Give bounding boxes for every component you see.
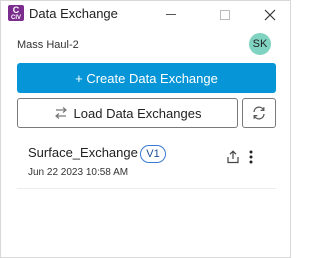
exchange-name: Surface_Exchange xyxy=(28,145,138,160)
minimize-icon xyxy=(166,14,176,15)
more-vertical-icon[interactable] xyxy=(248,149,254,165)
data-exchange-window: C CIV Data Exchange Mass Haul-2 SK + Cre… xyxy=(0,0,291,258)
exchange-list-item[interactable]: Surface_Exchange V1 Jun 22 2023 10:58 AM xyxy=(17,137,276,189)
minimize-button[interactable] xyxy=(151,1,191,28)
share-icon[interactable] xyxy=(226,150,240,164)
swap-arrows-icon xyxy=(54,107,67,119)
title-bar: C CIV Data Exchange xyxy=(1,1,290,28)
maximize-icon xyxy=(220,9,230,20)
app-icon: C CIV xyxy=(8,5,24,21)
refresh-button[interactable] xyxy=(242,98,276,128)
project-name: Mass Haul-2 xyxy=(17,39,79,51)
exchange-date: Jun 22 2023 10:58 AM xyxy=(28,167,129,178)
load-data-exchanges-label: Load Data Exchanges xyxy=(73,105,202,121)
version-badge: V1 xyxy=(140,145,166,163)
refresh-icon xyxy=(253,106,265,120)
avatar[interactable]: SK xyxy=(249,33,271,55)
window-title: Data Exchange xyxy=(29,6,118,21)
close-icon xyxy=(264,9,276,20)
create-data-exchange-button[interactable]: + Create Data Exchange xyxy=(17,63,276,93)
load-data-exchanges-button[interactable]: Load Data Exchanges xyxy=(17,98,238,128)
maximize-button[interactable] xyxy=(205,1,245,28)
close-button[interactable] xyxy=(250,1,290,28)
